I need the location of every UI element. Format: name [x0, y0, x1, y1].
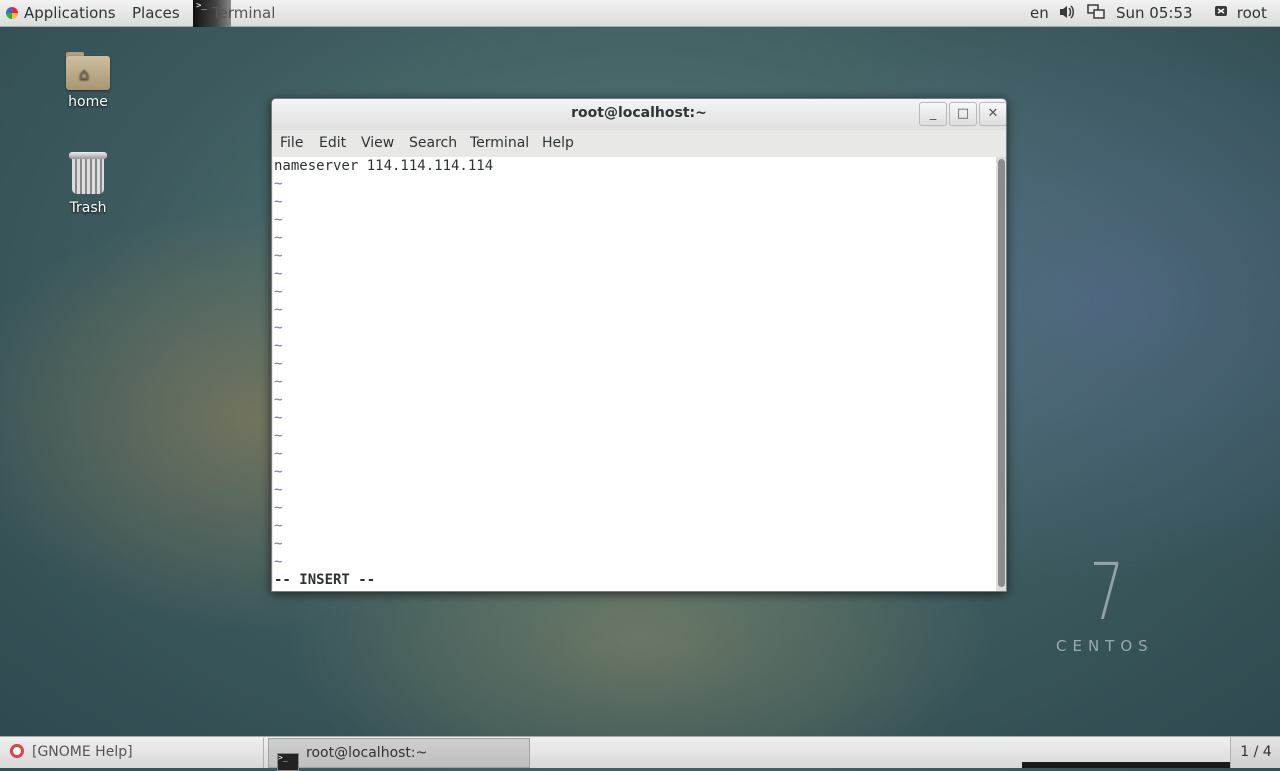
empty-line-marker: ~ — [274, 266, 283, 282]
user-name: root — [1236, 4, 1267, 22]
empty-line-marker: ~ — [274, 248, 283, 264]
empty-line-marker: ~ — [274, 194, 283, 210]
menu-bar: File Edit View Search Terminal Help — [272, 130, 1006, 157]
empty-line-marker: ~ — [274, 464, 283, 480]
empty-line-marker: ~ — [274, 410, 283, 426]
taskbar-item-label: root@localhost:~ — [306, 745, 428, 761]
places-menu[interactable]: Places — [132, 0, 180, 27]
help-icon — [10, 744, 24, 758]
menu-file[interactable]: File — [280, 135, 303, 151]
menu-view[interactable]: View — [361, 135, 394, 151]
terminal-line: nameserver 114.114.114.114 — [274, 158, 494, 174]
empty-line-marker: ~ — [274, 446, 283, 462]
menu-edit[interactable]: Edit — [319, 135, 346, 151]
empty-line-marker: ~ — [274, 392, 283, 408]
empty-line-marker: ~ — [274, 230, 283, 246]
empty-line-marker: ~ — [274, 320, 283, 336]
empty-line-marker: ~ — [274, 500, 283, 516]
trash-icon — [69, 152, 107, 196]
empty-line-marker: ~ — [274, 374, 283, 390]
empty-line-marker: ~ — [274, 428, 283, 444]
empty-line-marker: ~ — [274, 554, 283, 570]
desktop-icon-trash[interactable]: Trash — [38, 152, 138, 216]
menu-terminal[interactable]: Terminal — [470, 135, 529, 151]
empty-line-marker: ~ — [274, 284, 283, 300]
taskbar-item-label: [GNOME Help] — [32, 744, 133, 760]
scrollbar-thumb[interactable] — [998, 159, 1005, 587]
close-button[interactable]: ✕ — [979, 102, 1006, 126]
top-panel: Applications Places >_ Terminal en Sun 0… — [0, 0, 1280, 27]
empty-line-marker: ~ — [274, 482, 283, 498]
home-folder-icon: ⌂ — [66, 50, 110, 90]
minimize-icon: _ — [929, 106, 937, 121]
volume-icon[interactable] — [1058, 0, 1076, 27]
dock-edge — [1022, 762, 1230, 768]
empty-line-marker: ~ — [274, 302, 283, 318]
terminal-icon: >_ — [277, 753, 299, 771]
empty-line-marker: ~ — [274, 338, 283, 354]
menu-search[interactable]: Search — [409, 135, 457, 151]
taskbar-item-gnome-help[interactable]: [GNOME Help] — [0, 738, 264, 768]
window-titlebar[interactable]: root@localhost:~ _ □ ✕ — [272, 99, 1006, 130]
workspace-indicator[interactable]: 1 / 4 — [1230, 737, 1280, 768]
user-icon — [1215, 6, 1227, 16]
empty-line-marker: ~ — [274, 518, 283, 534]
empty-line-marker: ~ — [274, 212, 283, 228]
desktop-icon-label: home — [68, 94, 108, 110]
centos-logo-word: CENTOS — [1056, 637, 1154, 655]
desktop-icon-home[interactable]: ⌂ home — [38, 50, 138, 110]
clock[interactable]: Sun 05:53 — [1116, 0, 1193, 27]
vertical-scrollbar[interactable] — [996, 157, 1006, 591]
applications-icon — [6, 7, 18, 19]
applications-label: Applications — [24, 4, 116, 22]
desktop-icon-label: Trash — [69, 200, 107, 216]
close-icon: ✕ — [987, 106, 999, 121]
maximize-button[interactable]: □ — [949, 102, 977, 126]
user-menu[interactable]: root — [1214, 0, 1267, 27]
window-title: root@localhost:~ — [571, 105, 707, 121]
applications-menu[interactable]: Applications — [6, 0, 116, 27]
language-indicator[interactable]: en — [1030, 0, 1049, 27]
empty-line-marker: ~ — [274, 536, 283, 552]
minimize-button[interactable]: _ — [919, 102, 947, 126]
taskbar-item-terminal[interactable]: >_ root@localhost:~ — [268, 738, 530, 771]
centos-logo-number: 7 — [1089, 548, 1125, 638]
network-icon[interactable] — [1087, 0, 1105, 27]
maximize-icon: □ — [956, 106, 970, 121]
empty-line-marker: ~ — [274, 356, 283, 372]
terminal-content[interactable]: nameserver 114.114.114.114 ~ ~ ~ ~ ~ ~ ~… — [273, 157, 996, 591]
active-app-label[interactable]: Terminal — [212, 0, 275, 27]
empty-line-marker: ~ — [274, 176, 283, 192]
terminal-window: root@localhost:~ _ □ ✕ File Edit View Se… — [271, 98, 1007, 592]
menu-help[interactable]: Help — [542, 135, 574, 151]
vim-mode-indicator: -- INSERT -- — [274, 572, 376, 588]
